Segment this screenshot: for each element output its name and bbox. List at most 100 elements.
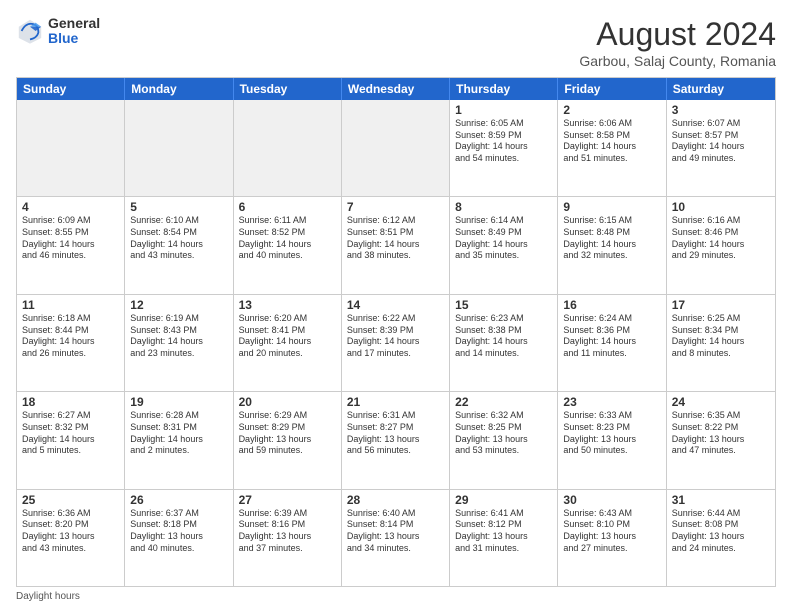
calendar-row-1: 1Sunrise: 6:05 AM Sunset: 8:59 PM Daylig… (17, 100, 775, 197)
logo-text: General Blue (48, 16, 100, 47)
day-number: 6 (239, 200, 336, 214)
header-day-thursday: Thursday (450, 78, 558, 100)
day-info: Sunrise: 6:16 AM Sunset: 8:46 PM Dayligh… (672, 215, 770, 262)
cal-cell-4-2: 19Sunrise: 6:28 AM Sunset: 8:31 PM Dayli… (125, 392, 233, 488)
header-day-saturday: Saturday (667, 78, 775, 100)
cal-cell-1-5: 1Sunrise: 6:05 AM Sunset: 8:59 PM Daylig… (450, 100, 558, 196)
day-number: 26 (130, 493, 227, 507)
day-info: Sunrise: 6:10 AM Sunset: 8:54 PM Dayligh… (130, 215, 227, 262)
day-number: 24 (672, 395, 770, 409)
day-info: Sunrise: 6:43 AM Sunset: 8:10 PM Dayligh… (563, 508, 660, 555)
header-day-monday: Monday (125, 78, 233, 100)
day-number: 31 (672, 493, 770, 507)
logo-icon (16, 17, 44, 45)
cal-cell-3-1: 11Sunrise: 6:18 AM Sunset: 8:44 PM Dayli… (17, 295, 125, 391)
day-number: 17 (672, 298, 770, 312)
day-number: 12 (130, 298, 227, 312)
day-number: 8 (455, 200, 552, 214)
cal-cell-4-6: 23Sunrise: 6:33 AM Sunset: 8:23 PM Dayli… (558, 392, 666, 488)
cal-cell-4-5: 22Sunrise: 6:32 AM Sunset: 8:25 PM Dayli… (450, 392, 558, 488)
calendar: SundayMondayTuesdayWednesdayThursdayFrid… (16, 77, 776, 587)
header-day-tuesday: Tuesday (234, 78, 342, 100)
day-info: Sunrise: 6:11 AM Sunset: 8:52 PM Dayligh… (239, 215, 336, 262)
calendar-row-2: 4Sunrise: 6:09 AM Sunset: 8:55 PM Daylig… (17, 197, 775, 294)
day-number: 4 (22, 200, 119, 214)
day-number: 5 (130, 200, 227, 214)
cal-cell-2-4: 7Sunrise: 6:12 AM Sunset: 8:51 PM Daylig… (342, 197, 450, 293)
day-info: Sunrise: 6:40 AM Sunset: 8:14 PM Dayligh… (347, 508, 444, 555)
day-number: 21 (347, 395, 444, 409)
day-number: 22 (455, 395, 552, 409)
cal-cell-5-6: 30Sunrise: 6:43 AM Sunset: 8:10 PM Dayli… (558, 490, 666, 586)
day-info: Sunrise: 6:37 AM Sunset: 8:18 PM Dayligh… (130, 508, 227, 555)
day-number: 13 (239, 298, 336, 312)
day-info: Sunrise: 6:24 AM Sunset: 8:36 PM Dayligh… (563, 313, 660, 360)
day-number: 16 (563, 298, 660, 312)
day-info: Sunrise: 6:23 AM Sunset: 8:38 PM Dayligh… (455, 313, 552, 360)
day-info: Sunrise: 6:19 AM Sunset: 8:43 PM Dayligh… (130, 313, 227, 360)
day-number: 20 (239, 395, 336, 409)
header-day-wednesday: Wednesday (342, 78, 450, 100)
day-info: Sunrise: 6:33 AM Sunset: 8:23 PM Dayligh… (563, 410, 660, 457)
day-info: Sunrise: 6:14 AM Sunset: 8:49 PM Dayligh… (455, 215, 552, 262)
day-info: Sunrise: 6:07 AM Sunset: 8:57 PM Dayligh… (672, 118, 770, 165)
cal-cell-3-2: 12Sunrise: 6:19 AM Sunset: 8:43 PM Dayli… (125, 295, 233, 391)
cal-cell-3-6: 16Sunrise: 6:24 AM Sunset: 8:36 PM Dayli… (558, 295, 666, 391)
cal-cell-3-5: 15Sunrise: 6:23 AM Sunset: 8:38 PM Dayli… (450, 295, 558, 391)
cal-cell-3-4: 14Sunrise: 6:22 AM Sunset: 8:39 PM Dayli… (342, 295, 450, 391)
cal-cell-3-7: 17Sunrise: 6:25 AM Sunset: 8:34 PM Dayli… (667, 295, 775, 391)
day-info: Sunrise: 6:41 AM Sunset: 8:12 PM Dayligh… (455, 508, 552, 555)
day-info: Sunrise: 6:39 AM Sunset: 8:16 PM Dayligh… (239, 508, 336, 555)
header: General Blue August 2024 Garbou, Salaj C… (16, 16, 776, 69)
day-number: 1 (455, 103, 552, 117)
day-number: 15 (455, 298, 552, 312)
day-info: Sunrise: 6:25 AM Sunset: 8:34 PM Dayligh… (672, 313, 770, 360)
cal-cell-5-7: 31Sunrise: 6:44 AM Sunset: 8:08 PM Dayli… (667, 490, 775, 586)
day-number: 19 (130, 395, 227, 409)
day-info: Sunrise: 6:15 AM Sunset: 8:48 PM Dayligh… (563, 215, 660, 262)
cal-cell-3-3: 13Sunrise: 6:20 AM Sunset: 8:41 PM Dayli… (234, 295, 342, 391)
day-number: 2 (563, 103, 660, 117)
day-info: Sunrise: 6:05 AM Sunset: 8:59 PM Dayligh… (455, 118, 552, 165)
day-number: 18 (22, 395, 119, 409)
calendar-row-4: 18Sunrise: 6:27 AM Sunset: 8:32 PM Dayli… (17, 392, 775, 489)
cal-cell-2-1: 4Sunrise: 6:09 AM Sunset: 8:55 PM Daylig… (17, 197, 125, 293)
day-number: 14 (347, 298, 444, 312)
title-block: August 2024 Garbou, Salaj County, Romani… (579, 16, 776, 69)
cal-cell-4-7: 24Sunrise: 6:35 AM Sunset: 8:22 PM Dayli… (667, 392, 775, 488)
cal-cell-2-3: 6Sunrise: 6:11 AM Sunset: 8:52 PM Daylig… (234, 197, 342, 293)
day-number: 29 (455, 493, 552, 507)
day-info: Sunrise: 6:31 AM Sunset: 8:27 PM Dayligh… (347, 410, 444, 457)
header-day-sunday: Sunday (17, 78, 125, 100)
header-day-friday: Friday (558, 78, 666, 100)
footer-note: Daylight hours (16, 591, 776, 602)
day-number: 27 (239, 493, 336, 507)
day-info: Sunrise: 6:29 AM Sunset: 8:29 PM Dayligh… (239, 410, 336, 457)
day-info: Sunrise: 6:44 AM Sunset: 8:08 PM Dayligh… (672, 508, 770, 555)
day-info: Sunrise: 6:35 AM Sunset: 8:22 PM Dayligh… (672, 410, 770, 457)
cal-cell-4-3: 20Sunrise: 6:29 AM Sunset: 8:29 PM Dayli… (234, 392, 342, 488)
page: General Blue August 2024 Garbou, Salaj C… (0, 0, 792, 612)
cal-cell-1-4 (342, 100, 450, 196)
cal-cell-2-2: 5Sunrise: 6:10 AM Sunset: 8:54 PM Daylig… (125, 197, 233, 293)
cal-cell-4-4: 21Sunrise: 6:31 AM Sunset: 8:27 PM Dayli… (342, 392, 450, 488)
cal-cell-1-3 (234, 100, 342, 196)
day-number: 25 (22, 493, 119, 507)
day-info: Sunrise: 6:28 AM Sunset: 8:31 PM Dayligh… (130, 410, 227, 457)
day-info: Sunrise: 6:22 AM Sunset: 8:39 PM Dayligh… (347, 313, 444, 360)
day-number: 3 (672, 103, 770, 117)
cal-cell-5-1: 25Sunrise: 6:36 AM Sunset: 8:20 PM Dayli… (17, 490, 125, 586)
location: Garbou, Salaj County, Romania (579, 53, 776, 69)
day-number: 9 (563, 200, 660, 214)
calendar-row-5: 25Sunrise: 6:36 AM Sunset: 8:20 PM Dayli… (17, 490, 775, 586)
calendar-body: 1Sunrise: 6:05 AM Sunset: 8:59 PM Daylig… (17, 100, 775, 586)
day-info: Sunrise: 6:27 AM Sunset: 8:32 PM Dayligh… (22, 410, 119, 457)
day-info: Sunrise: 6:12 AM Sunset: 8:51 PM Dayligh… (347, 215, 444, 262)
calendar-header: SundayMondayTuesdayWednesdayThursdayFrid… (17, 78, 775, 100)
day-number: 28 (347, 493, 444, 507)
cal-cell-2-7: 10Sunrise: 6:16 AM Sunset: 8:46 PM Dayli… (667, 197, 775, 293)
day-info: Sunrise: 6:36 AM Sunset: 8:20 PM Dayligh… (22, 508, 119, 555)
day-number: 23 (563, 395, 660, 409)
day-info: Sunrise: 6:06 AM Sunset: 8:58 PM Dayligh… (563, 118, 660, 165)
day-info: Sunrise: 6:18 AM Sunset: 8:44 PM Dayligh… (22, 313, 119, 360)
